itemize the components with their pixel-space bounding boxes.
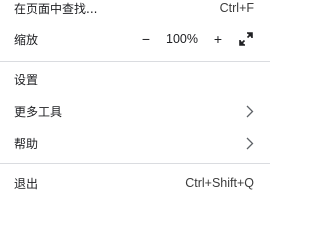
menu-item-zoom: 缩放 − 100% + <box>0 28 270 50</box>
menu-item-more-tools-label: 更多工具 <box>14 104 63 119</box>
zoom-level: 100% <box>166 32 198 46</box>
menu-item-find-shortcut: Ctrl+F <box>219 1 254 15</box>
zoom-controls: − 100% + <box>138 31 254 47</box>
menu-item-exit[interactable]: 退出 Ctrl+Shift+Q <box>0 172 270 194</box>
menu-item-exit-shortcut: Ctrl+Shift+Q <box>185 176 254 190</box>
menu-item-exit-label: 退出 <box>14 176 39 191</box>
menu-item-settings[interactable]: 设置 <box>0 68 270 90</box>
menu-item-settings-label: 设置 <box>14 72 39 87</box>
chevron-right-icon <box>244 104 256 118</box>
menu-item-help[interactable]: 帮助 <box>0 132 270 154</box>
menu-item-find-label: 在页面中查找... <box>14 1 98 16</box>
menu-item-zoom-label: 缩放 <box>14 32 39 47</box>
menu-divider <box>0 61 270 62</box>
menu-item-more-tools[interactable]: 更多工具 <box>0 100 270 122</box>
chevron-right-icon <box>244 136 256 150</box>
browser-app-menu: 在页面中查找... Ctrl+F 缩放 − 100% + 设置 更多工具 帮助 … <box>0 0 270 200</box>
zoom-in-button[interactable]: + <box>210 31 226 47</box>
fullscreen-button[interactable] <box>238 31 254 47</box>
menu-item-help-label: 帮助 <box>14 136 39 151</box>
menu-divider <box>0 163 270 164</box>
fullscreen-icon <box>239 32 253 46</box>
menu-item-find[interactable]: 在页面中查找... Ctrl+F <box>0 0 270 18</box>
zoom-out-button[interactable]: − <box>138 31 154 47</box>
